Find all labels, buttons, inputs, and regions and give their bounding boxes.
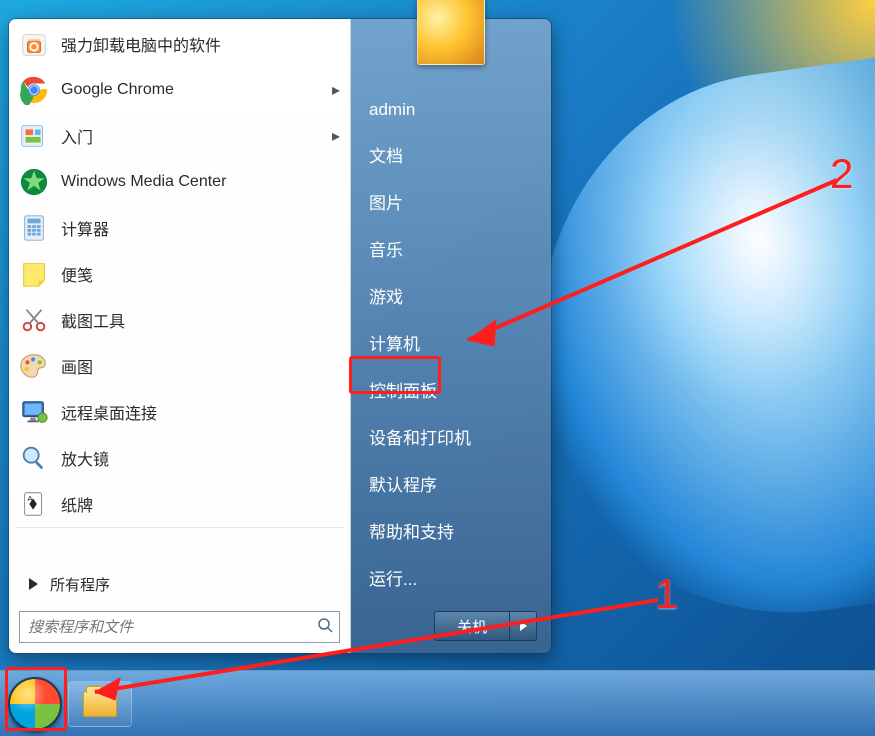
annotation-arrow-2	[0, 0, 875, 736]
annotation-number-1: 1	[655, 570, 678, 618]
annotation-number-2: 2	[830, 150, 853, 198]
